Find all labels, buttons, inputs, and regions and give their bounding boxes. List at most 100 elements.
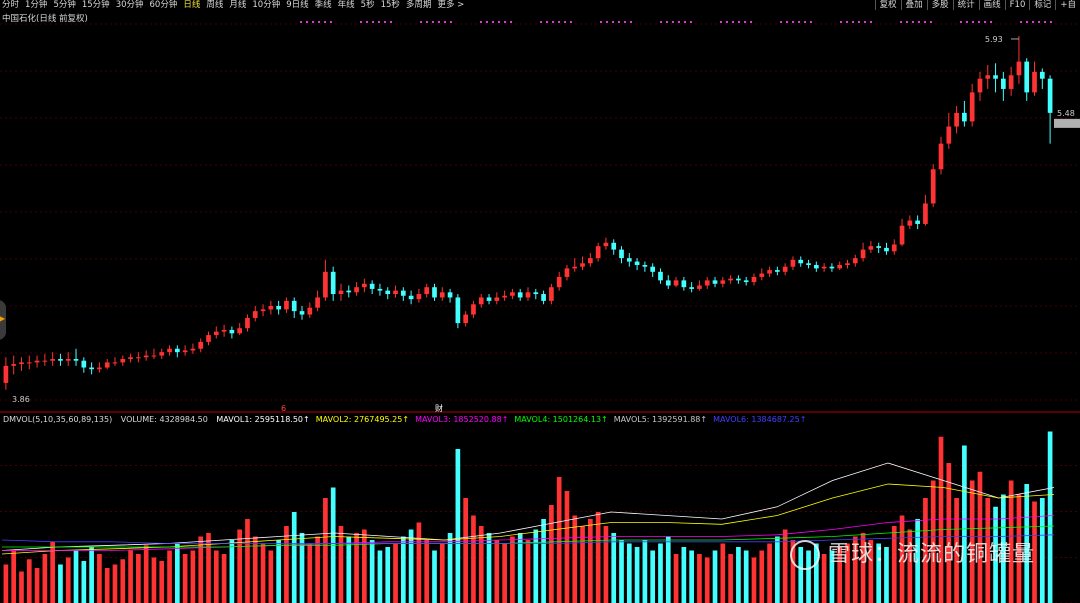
signal-dot <box>1050 21 1052 23</box>
volume-bar <box>104 568 110 603</box>
volume-bar <box>19 571 24 603</box>
volume-bar <box>276 540 281 603</box>
signal-dot <box>738 21 740 23</box>
volume-bar <box>697 554 702 603</box>
mavol-value: MAVOL6: 1384687.25↑ <box>713 415 807 424</box>
candle-body <box>946 126 952 144</box>
volume-bar <box>34 568 40 603</box>
side-expand-tab[interactable]: ▶ <box>0 300 6 340</box>
signal-dot <box>864 21 866 23</box>
candle-body <box>837 264 843 269</box>
signal-dot <box>318 21 320 23</box>
volume-bar <box>143 545 149 603</box>
signal-dot <box>450 21 452 23</box>
candle-body <box>782 266 788 272</box>
signal-dot <box>906 21 908 23</box>
candle-body <box>665 280 671 286</box>
signal-dot <box>432 21 434 23</box>
volume-bar <box>346 536 352 603</box>
volume-bar <box>1047 431 1053 603</box>
candle-body <box>938 143 944 170</box>
volume-bar <box>252 536 258 603</box>
candle-body <box>19 362 24 365</box>
volume-bar <box>362 529 367 603</box>
candle-body <box>977 78 983 93</box>
volume-bar <box>167 550 172 603</box>
candle-body <box>588 258 593 264</box>
volume-bar <box>338 526 344 603</box>
volume-bar <box>190 550 196 603</box>
candle-body <box>11 364 17 366</box>
volume-bar <box>603 526 609 603</box>
candle-body <box>73 358 79 361</box>
signal-dot <box>444 21 446 23</box>
signal-dot <box>726 21 728 23</box>
volume-bar <box>213 550 219 603</box>
volume-bar <box>595 512 601 603</box>
candle-body <box>268 306 274 310</box>
volume-bar <box>151 557 157 603</box>
signal-dot <box>510 21 512 23</box>
price-low-label: 3.86 <box>12 395 30 404</box>
candle-body <box>829 266 835 269</box>
signal-dot <box>858 21 860 23</box>
signal-dot <box>930 21 932 23</box>
candlestick-chart[interactable]: 5.93 3.86 5.48 6 财 <box>0 0 1080 603</box>
candle-body <box>993 75 998 79</box>
signal-dot <box>732 21 734 23</box>
candle-body <box>907 220 913 226</box>
signal-dot <box>1044 21 1046 23</box>
candle-body <box>89 367 94 370</box>
volume-bar <box>525 540 531 603</box>
signal-dot <box>612 21 614 23</box>
volume-bar <box>58 564 63 603</box>
candle-body <box>369 283 375 289</box>
last-price-box <box>1054 118 1080 128</box>
candle-body <box>136 357 141 359</box>
candle-body <box>408 295 414 300</box>
volume-bar <box>198 536 204 603</box>
candle-body <box>276 306 281 310</box>
volume-bar <box>385 547 391 603</box>
signal-dot <box>1026 21 1028 23</box>
candle-body <box>1016 61 1022 76</box>
candle-body <box>346 290 352 293</box>
volume-bar <box>221 554 227 603</box>
volume-bar <box>549 505 554 603</box>
volume-bar <box>673 554 679 603</box>
volume-bar <box>424 540 430 603</box>
candle-body <box>315 297 320 308</box>
candle-body <box>3 365 9 383</box>
candle-body <box>876 246 882 248</box>
signal-dot <box>690 21 692 23</box>
candle-body <box>868 246 874 250</box>
candle-body <box>923 203 928 224</box>
candle-body <box>790 259 796 267</box>
volume-bar <box>377 550 383 603</box>
candle-body <box>712 280 718 284</box>
volume-bar <box>11 550 17 603</box>
candle-body <box>424 287 430 295</box>
candle-body <box>237 328 243 334</box>
candle-body <box>852 258 858 264</box>
mavol-value: MAVOL1: 2595118.50↑ <box>216 415 310 424</box>
mavol-value: MAVOL3: 1852520.88↑ <box>415 415 509 424</box>
volume-bar <box>455 449 461 603</box>
candle-body <box>775 270 780 272</box>
signal-dot <box>426 21 428 23</box>
candle-body <box>525 292 531 298</box>
signal-dot <box>786 21 788 23</box>
signal-dot <box>804 21 806 23</box>
event-marker: 财 <box>435 403 443 413</box>
candle-body <box>455 297 461 324</box>
signal-dot <box>480 21 482 23</box>
candle-body <box>494 297 500 301</box>
candle-body <box>891 244 897 252</box>
candle-body <box>432 287 437 298</box>
volume-bar <box>174 543 180 603</box>
signal-dot <box>624 21 626 23</box>
candle-body <box>65 358 71 361</box>
volume-bar <box>245 519 250 603</box>
candle-body <box>81 360 87 368</box>
signal-dot <box>810 21 812 23</box>
